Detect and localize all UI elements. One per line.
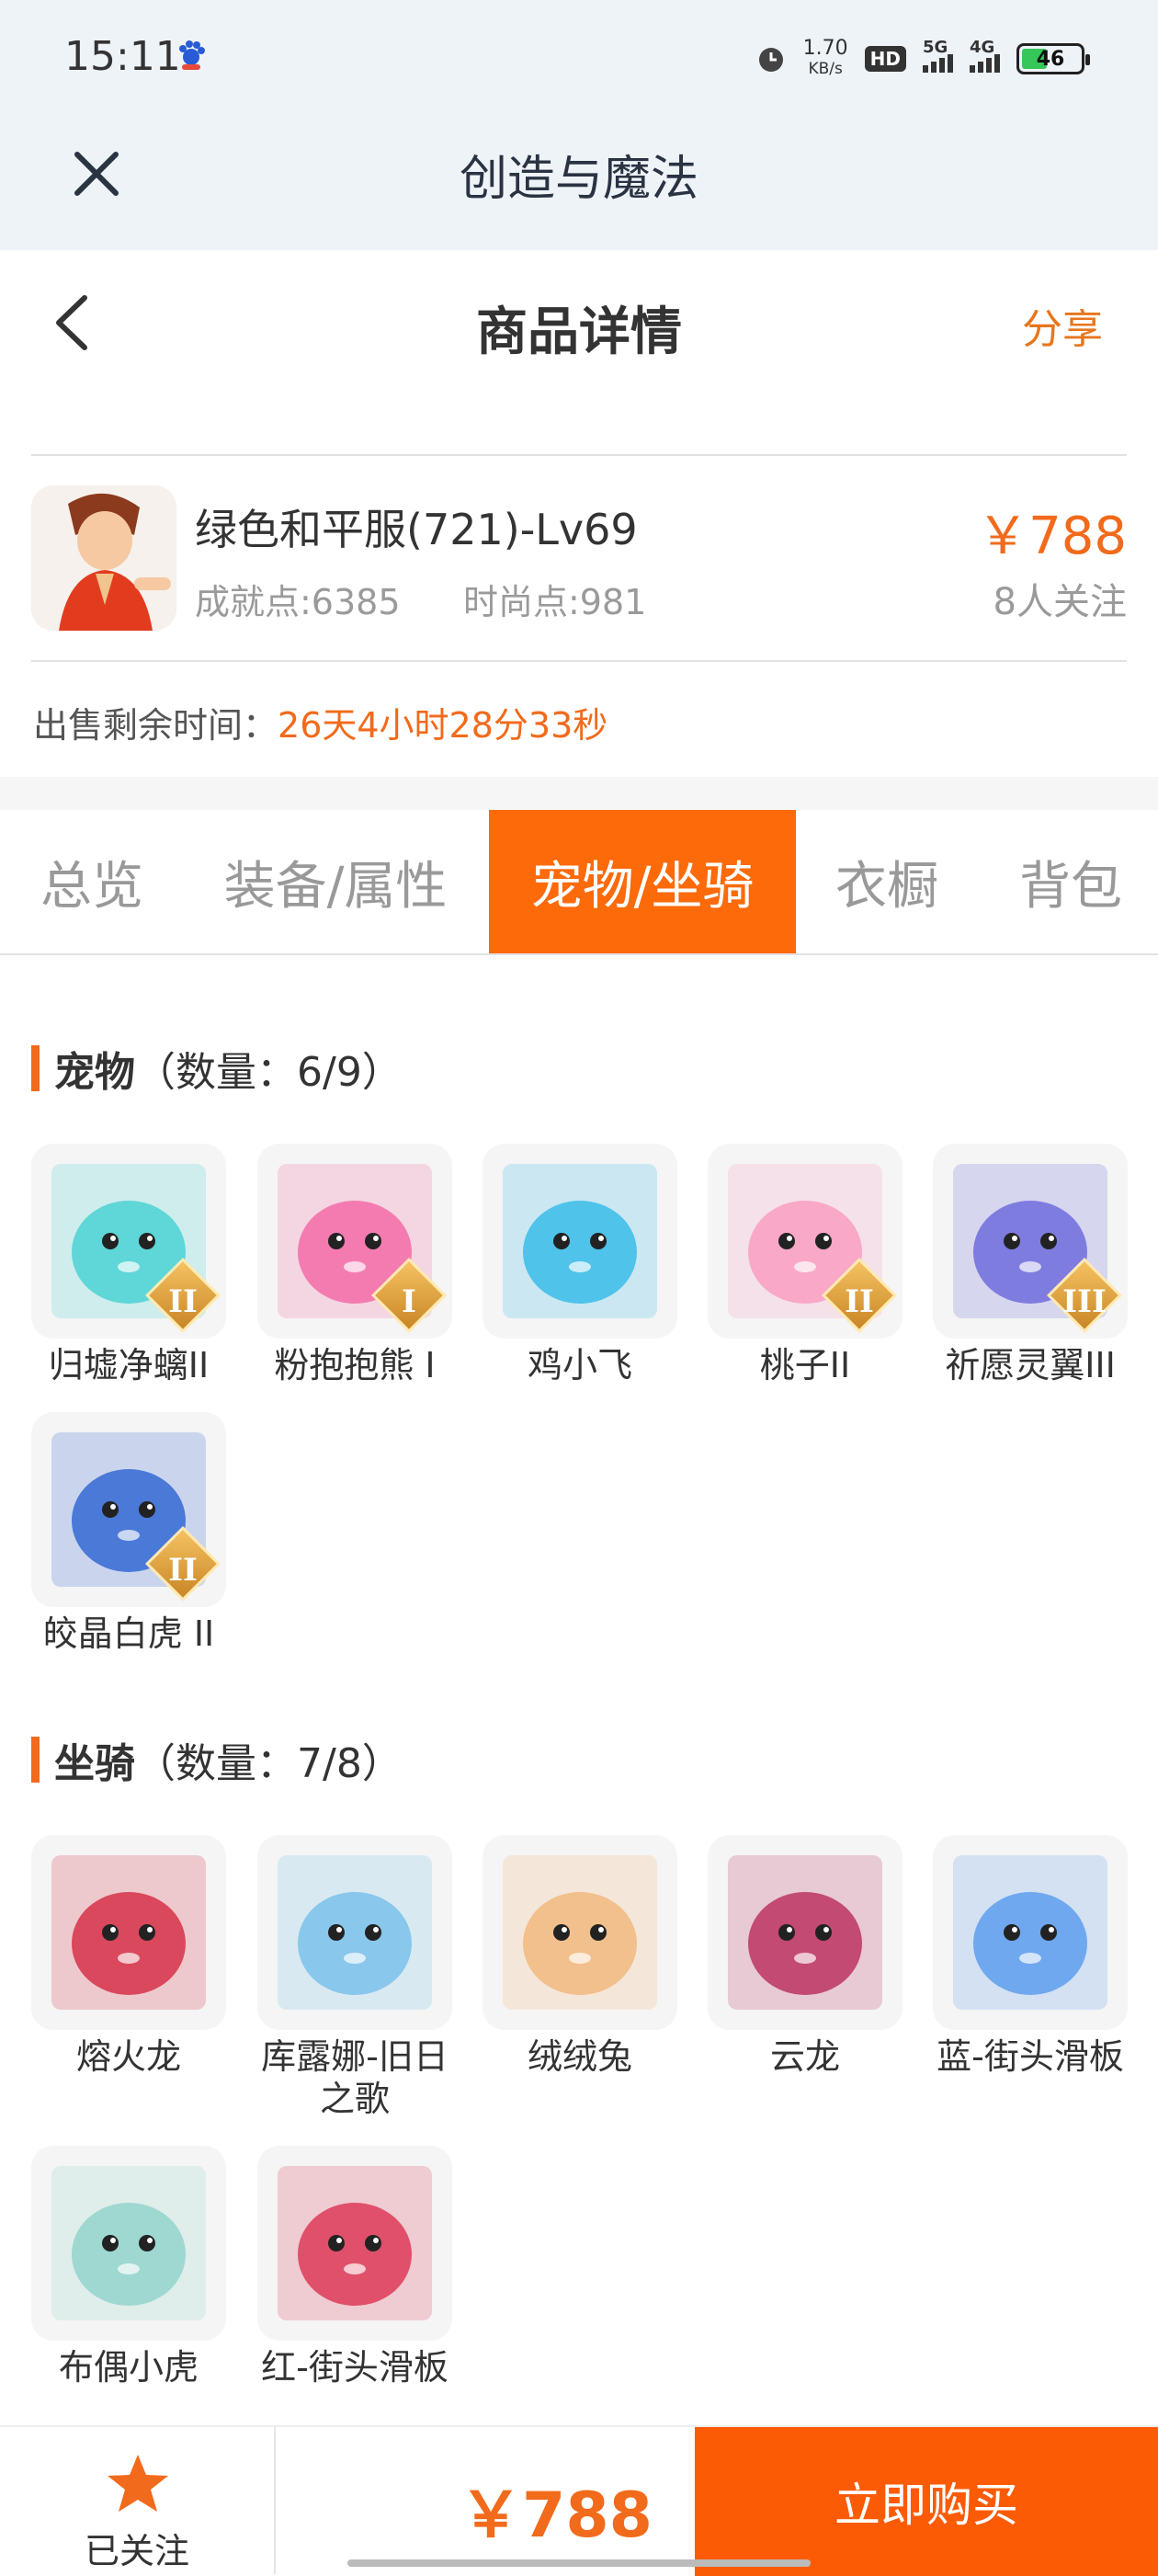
fashion-points: 时尚点:981 — [463, 582, 647, 622]
net-speed: 1.70 KB/s — [802, 37, 848, 79]
divider — [31, 454, 1127, 456]
battery-icon: 46 — [1016, 43, 1090, 74]
grade-badge-text: III — [1062, 1283, 1107, 1320]
achievement-points: 成就点:6385 — [195, 582, 401, 622]
app-title: 创造与魔法 — [459, 152, 698, 207]
remaining-time-label: 出售剩余时间： — [33, 705, 278, 746]
signal-4g-icon: 4G — [970, 38, 1000, 73]
remaining-time-value: 26天4小时28分33秒 — [278, 705, 608, 746]
grade-badge-text: II — [168, 1283, 198, 1320]
grade-badge-text: I — [402, 1283, 416, 1320]
pet-label: 归墟净螭II — [48, 1345, 210, 1385]
pet-item[interactable]: II 皎晶白虎 II — [31, 1412, 226, 1655]
home-indicator — [347, 2559, 811, 2567]
pet-label: 皎晶白虎 II — [42, 1613, 215, 1654]
mount-item[interactable]: 熔火龙 — [31, 1835, 226, 2078]
mount-label: 红-街头滑板 — [261, 2347, 448, 2388]
mount-item[interactable]: 红-街头滑板 — [257, 2146, 452, 2388]
follow-label: 已关注 — [84, 2531, 189, 2571]
follower-count: 8人关注 — [993, 581, 1127, 623]
section-separator — [0, 777, 1158, 810]
status-icons: 1.70 KB/s HD 5G 4G 46 — [755, 37, 1090, 79]
mount-label: 布偶小虎 — [58, 2347, 199, 2388]
mount-label: 蓝-街头滑板 — [937, 2036, 1124, 2077]
page-header: 商品详情 分享 — [0, 250, 1158, 397]
tab-equipment[interactable]: 装备/属性 — [202, 810, 469, 953]
baidu-paw-icon — [179, 40, 205, 70]
mount-thumbnail — [482, 1835, 677, 2030]
pet-thumbnail: III — [933, 1144, 1128, 1339]
pet-label: 鸡小飞 — [527, 1345, 632, 1385]
pet-item[interactable]: II 桃子II — [708, 1144, 903, 1386]
pet-thumbnail: II — [31, 1412, 226, 1607]
tab-pets-mounts[interactable]: 宠物/坐骑 — [489, 810, 796, 953]
tab-overview[interactable]: 总览 — [0, 810, 184, 953]
star-icon — [108, 2455, 168, 2512]
mount-thumbnail — [31, 2146, 226, 2341]
pets-section-title: 宠物 （数量：6/9） — [31, 1039, 403, 1098]
pet-thumbnail: I — [257, 1144, 452, 1339]
product-summary[interactable]: 绿色和平服(721)-Lv69 成就点:6385 时尚点:981 ￥788 8人… — [31, 485, 1127, 633]
pet-item[interactable]: II 归墟净螭II — [31, 1144, 226, 1386]
alarm-icon — [758, 48, 783, 72]
bottom-action-bar: 已关注 ￥788 立即购买 — [0, 2425, 1158, 2576]
pet-item[interactable]: 鸡小飞 — [482, 1144, 677, 1386]
mount-label: 云龙 — [769, 2036, 840, 2077]
mount-thumbnail — [933, 1835, 1128, 2030]
product-price: ￥788 — [977, 507, 1127, 566]
mount-label: 熔火龙 — [75, 2036, 181, 2077]
product-name: 绿色和平服(721)-Lv69 — [195, 505, 638, 554]
divider — [31, 660, 1127, 662]
pet-thumbnail: II — [31, 1144, 226, 1339]
grade-badge-text: II — [168, 1552, 198, 1589]
follow-button[interactable]: 已关注 — [0, 2427, 276, 2574]
tab-backpack[interactable]: 背包 — [983, 810, 1158, 953]
pet-label: 桃子II — [759, 1345, 851, 1385]
page-title: 商品详情 — [476, 302, 682, 362]
mount-thumbnail — [31, 1835, 226, 2030]
app-bar: 创造与魔法 — [0, 120, 1158, 250]
pet-item[interactable]: I 粉抱抱熊 I — [257, 1144, 452, 1386]
mount-thumbnail — [257, 2146, 452, 2341]
share-button[interactable]: 分享 — [1022, 296, 1103, 355]
remaining-time: 出售剩余时间：26天4小时28分33秒 — [33, 697, 607, 747]
tab-bar: 总览 装备/属性 宠物/坐骑 衣橱 背包 — [0, 810, 1158, 955]
mount-item[interactable]: 云龙 — [708, 1835, 903, 2078]
pet-label: 祈愿灵翼III — [945, 1345, 1116, 1385]
character-avatar — [31, 485, 176, 631]
hd-icon: HD — [864, 46, 906, 72]
signal-5g-icon: 5G — [923, 38, 953, 73]
mount-item[interactable]: 库露娜-旧日之歌 — [257, 1835, 452, 2120]
grade-badge-text: II — [845, 1283, 874, 1320]
tab-wardrobe[interactable]: 衣橱 — [809, 810, 965, 953]
pet-thumbnail: II — [708, 1144, 903, 1339]
bottom-price: ￥788 — [460, 2479, 653, 2552]
pet-item[interactable]: III 祈愿灵翼III — [933, 1144, 1128, 1386]
pet-label: 粉抱抱熊 I — [274, 1345, 436, 1385]
mount-item[interactable]: 绒绒兔 — [482, 1835, 677, 2078]
mount-item[interactable]: 蓝-街头滑板 — [933, 1835, 1128, 2078]
mounts-section-title: 坐骑 （数量：7/8） — [31, 1730, 403, 1789]
pet-thumbnail — [482, 1144, 677, 1339]
mount-label: 库露娜-旧日之歌 — [261, 2036, 448, 2119]
buy-now-button[interactable]: 立即购买 — [695, 2427, 1158, 2576]
status-bar: 15:11 1.70 KB/s HD 5G 4G 46 — [0, 0, 1158, 120]
mount-item[interactable]: 布偶小虎 — [31, 2146, 226, 2388]
mount-thumbnail — [708, 1835, 903, 2030]
mount-thumbnail — [257, 1835, 452, 2030]
status-time: 15:11 — [64, 33, 181, 80]
mount-label: 绒绒兔 — [527, 2036, 632, 2077]
